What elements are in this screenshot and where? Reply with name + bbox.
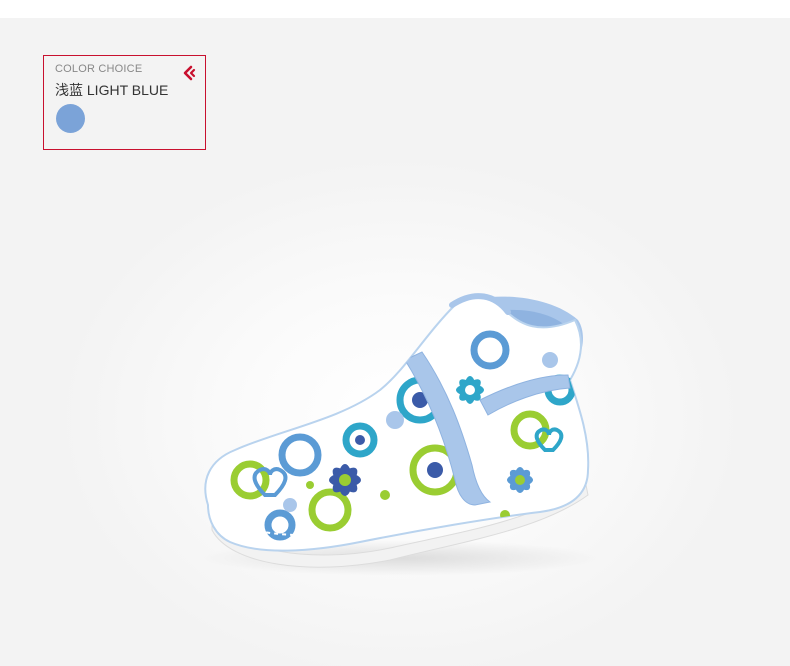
back-arrow-icon[interactable] bbox=[181, 65, 197, 81]
product-image bbox=[190, 280, 600, 580]
top-strip bbox=[0, 0, 790, 18]
color-choice-panel: COLOR CHOICE 浅蓝 LIGHT BLUE bbox=[43, 55, 206, 150]
color-choice-heading: COLOR CHOICE bbox=[55, 63, 143, 75]
color-name-label: 浅蓝 LIGHT BLUE bbox=[55, 82, 169, 98]
color-swatch[interactable] bbox=[56, 104, 85, 133]
